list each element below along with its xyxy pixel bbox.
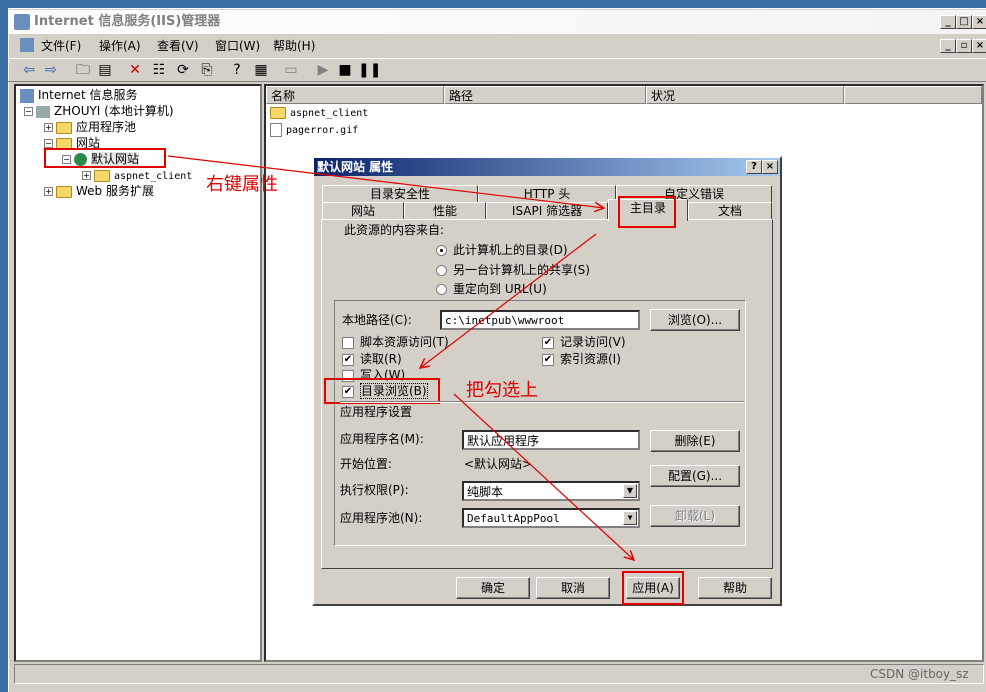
- arrow-to-apply: [453, 393, 634, 560]
- arrow-to-home-tab: [167, 155, 604, 208]
- red-box-home-tab: [618, 196, 676, 228]
- arrow-to-dir-browse: [420, 233, 597, 368]
- annotation-arrows: [167, 155, 986, 692]
